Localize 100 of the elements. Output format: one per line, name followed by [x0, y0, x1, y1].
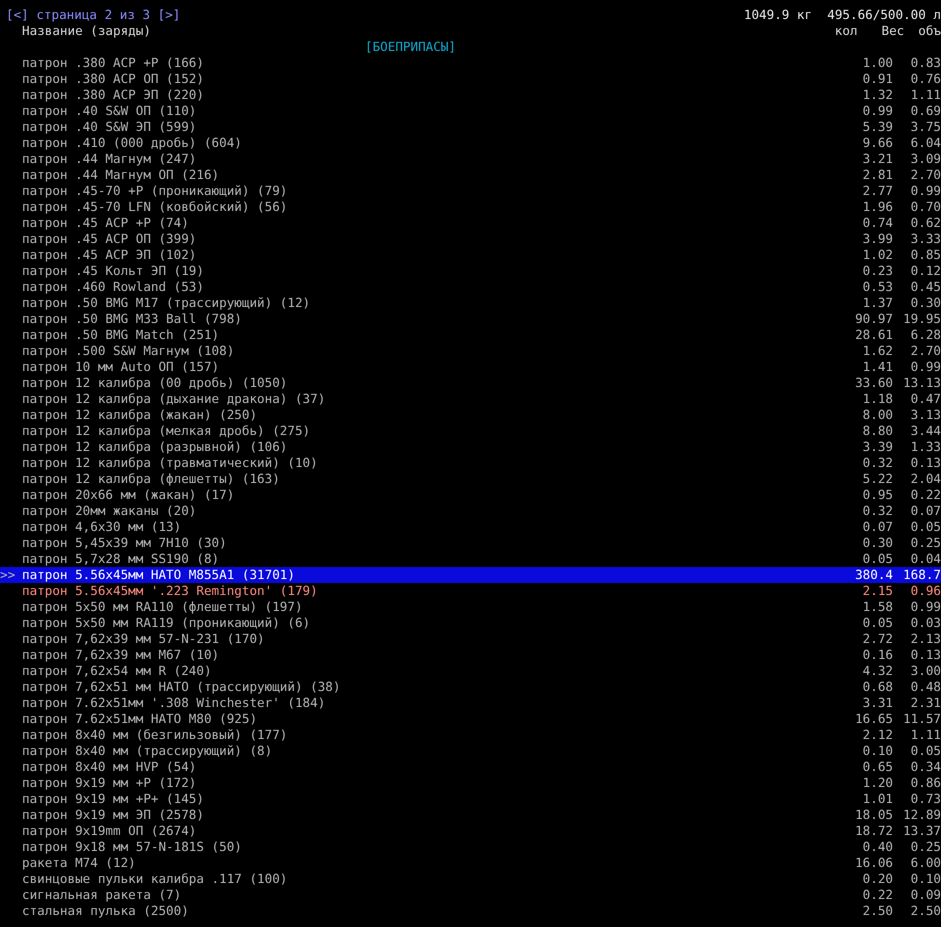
item-volume: 0.04: [910, 551, 941, 566]
item-weight: 0.32: [862, 455, 893, 470]
item-weight: 0.53: [862, 279, 893, 294]
inventory-row[interactable]: патрон .45 Кольт ЭП (19) 0.23 0.12: [0, 263, 941, 279]
inventory-row[interactable]: патрон 7,62x39 мм 57-N-231 (170) 2.72 2.13: [0, 631, 941, 647]
inventory-row[interactable]: патрон .380 ACP ОП (152) 0.91 0.76: [0, 71, 941, 87]
inventory-row[interactable]: патрон 7,62x51 мм НАТО (трассирующий) (38) 0.68 0.48: [0, 679, 941, 695]
item-volume: 0.99: [910, 599, 941, 614]
inventory-row[interactable]: >> патрон 5.56x45мм НАТО M855A1 (31701) 380.4 168.7: [0, 567, 941, 583]
item-name: патрон 20мм жаканы (20): [22, 503, 196, 518]
item-volume: 2.13: [910, 631, 941, 646]
item-weight: 1.01: [862, 791, 893, 806]
item-volume: 0.25: [910, 535, 941, 550]
inventory-row[interactable]: патрон .45-70 LFN (ковбойский) (56) 1.96 0.70: [0, 199, 941, 215]
inventory-row[interactable]: патрон .410 (000 дробь) (604) 9.66 6.04: [0, 135, 941, 151]
item-name: патрон 7.62x51мм НАТО M80 (925): [22, 711, 258, 726]
inventory-row[interactable]: патрон 20мм жаканы (20) 0.32 0.07: [0, 503, 941, 519]
inventory-row[interactable]: сигнальная ракета (7) 0.22 0.09: [0, 887, 941, 903]
inventory-row[interactable]: патрон 5x50 мм RA119 (проникающий) (6) 0.05 0.03: [0, 615, 941, 631]
item-name: патрон 10 мм Auto ОП (157): [22, 359, 220, 374]
inventory-row[interactable]: патрон 7,62x54 мм R (240) 4.32 3.00: [0, 663, 941, 679]
inventory-row[interactable]: патрон .40 S&W ЭП (599) 5.39 3.75: [0, 119, 941, 135]
item-name: патрон .45 Кольт ЭП (19): [22, 263, 204, 278]
inventory-row[interactable]: патрон 9x19 мм ЭП (2578) 18.05 12.89: [0, 807, 941, 823]
item-name: патрон 8x40 мм (безгильзовый) (177): [22, 727, 288, 742]
inventory-row[interactable]: патрон 7,62x39 мм M67 (10) 0.16 0.13: [0, 647, 941, 663]
item-name: патрон .45 ACP ЭП (102): [22, 247, 196, 262]
item-weight: 5.22: [862, 471, 893, 486]
inventory-row[interactable]: патрон 7.62x51мм '.308 Winchester' (184) 3.31 2.31: [0, 695, 941, 711]
inventory-row[interactable]: патрон 4,6x30 мм (13) 0.07 0.05: [0, 519, 941, 535]
inventory-row[interactable]: патрон 12 калибра (разрывной) (106) 3.39 1.33: [0, 439, 941, 455]
item-name: патрон 9x19 мм ЭП (2578): [22, 807, 204, 822]
item-volume: 0.09: [910, 887, 941, 902]
inventory-row[interactable]: патрон 5,45x39 мм 7Н10 (30) 0.30 0.25: [0, 535, 941, 551]
item-weight: 1.37: [862, 295, 893, 310]
item-weight: 2.12: [862, 727, 893, 742]
inventory-row[interactable]: патрон .40 S&W ОП (110) 0.99 0.69: [0, 103, 941, 119]
inventory-row[interactable]: патрон 12 калибра (травматический) (10) 0.32 0.13: [0, 455, 941, 471]
item-name: сигнальная ракета (7): [22, 887, 182, 902]
inventory-row[interactable]: патрон 7.62x51мм НАТО M80 (925) 16.65 11.57: [0, 711, 941, 727]
inventory-row[interactable]: патрон .45 ACP ЭП (102) 1.02 0.85: [0, 247, 941, 263]
item-name: патрон .40 S&W ЭП (599): [22, 119, 196, 134]
item-weight: 1.62: [862, 343, 893, 358]
inventory-row[interactable]: патрон .380 ACP +P (166) 1.00 0.83: [0, 55, 941, 71]
item-volume: 0.13: [910, 455, 941, 470]
inventory-row[interactable]: патрон 5.56x45мм '.223 Remington' (179) 2.15 0.96: [0, 583, 941, 599]
item-name: патрон 12 калибра (разрывной) (106): [22, 439, 288, 454]
inventory-row[interactable]: патрон 10 мм Auto ОП (157) 1.41 0.99: [0, 359, 941, 375]
inventory-row[interactable]: патрон 9x18 мм 57-N-181S (50) 0.40 0.25: [0, 839, 941, 855]
item-weight: 1.96: [862, 199, 893, 214]
item-weight: 0.32: [862, 503, 893, 518]
inventory-row[interactable]: патрон 12 калибра (мелкая дробь) (275) 8.80 3.44: [0, 423, 941, 439]
inventory-row[interactable]: патрон 9x19 мм +P+ (145) 1.01 0.73: [0, 791, 941, 807]
inventory-row[interactable]: патрон .45 ACP ОП (399) 3.99 3.33: [0, 231, 941, 247]
inventory-row[interactable]: патрон .44 Магнум ОП (216) 2.81 2.70: [0, 167, 941, 183]
inventory-row[interactable]: свинцовые пульки калибра .117 (100) 0.20 0.10: [0, 871, 941, 887]
item-weight: 2.72: [862, 631, 893, 646]
inventory-row[interactable]: патрон 12 калибра (00 дробь) (1050) 33.60 13.13: [0, 375, 941, 391]
inventory-row[interactable]: патрон 9x19 мм +P (172) 1.20 0.86: [0, 775, 941, 791]
inventory-row[interactable]: патрон .50 BMG M33 Ball (798) 90.97 19.95: [0, 311, 941, 327]
item-volume: 0.45: [910, 279, 941, 294]
inventory-row[interactable]: патрон 20x66 мм (жакан) (17) 0.95 0.22: [0, 487, 941, 503]
page-navigation[interactable]: [<] страница 2 из 3 [>]: [0, 7, 180, 23]
inventory-row[interactable]: патрон 5,7x28 мм SS190 (8) 0.05 0.04: [0, 551, 941, 567]
item-volume: 2.70: [910, 167, 941, 182]
inventory-row[interactable]: ракета M74 (12) 16.06 6.00: [0, 855, 941, 871]
inventory-row[interactable]: патрон .44 Магнум (247) 3.21 3.09: [0, 151, 941, 167]
item-volume: 13.13: [903, 375, 941, 390]
inventory-row[interactable]: патрон .500 S&W Магнум (108) 1.62 2.70: [0, 343, 941, 359]
inventory-row[interactable]: патрон 8x40 мм HVP (54) 0.65 0.34: [0, 759, 941, 775]
item-weight: 5.39: [862, 119, 893, 134]
inventory-row[interactable]: патрон 8x40 мм (трассирующий) (8) 0.10 0.05: [0, 743, 941, 759]
item-volume: 0.05: [910, 743, 941, 758]
item-name: патрон .380 ACP +P (166): [22, 55, 204, 70]
inventory-row[interactable]: патрон 12 калибра (дыхание дракона) (37) 1.18 0.47: [0, 391, 941, 407]
item-volume: 0.03: [910, 615, 941, 630]
inventory-row[interactable]: патрон 9x19mm ОП (2674) 18.72 13.37: [0, 823, 941, 839]
item-name: патрон .50 BMG M17 (трассирующий) (12): [22, 295, 310, 310]
item-weight: 3.31: [862, 695, 893, 710]
inventory-row[interactable]: патрон 12 калибра (жакан) (250) 8.00 3.13: [0, 407, 941, 423]
inventory-row[interactable]: патрон .460 Rowland (53) 0.53 0.45: [0, 279, 941, 295]
item-weight: 90.97: [855, 311, 893, 326]
item-name: патрон .45-70 LFN (ковбойский) (56): [22, 199, 288, 214]
item-name: патрон 12 калибра (флешетты) (163): [22, 471, 280, 486]
inventory-row[interactable]: патрон 12 калибра (флешетты) (163) 5.22 2.04: [0, 471, 941, 487]
inventory-row[interactable]: патрон .50 BMG M17 (трассирующий) (12) 1.37 0.30: [0, 295, 941, 311]
item-volume: 6.28: [910, 327, 941, 342]
inventory-row[interactable]: патрон .50 BMG Match (251) 28.61 6.28: [0, 327, 941, 343]
inventory-row[interactable]: патрон .45-70 +P (проникающий) (79) 2.77 0.99: [0, 183, 941, 199]
item-weight: 33.60: [855, 375, 893, 390]
item-volume: 0.99: [910, 183, 941, 198]
inventory-row[interactable]: стальная пулька (2500) 2.50 2.50: [0, 903, 941, 919]
item-weight: 0.16: [862, 647, 893, 662]
item-weight: 0.74: [862, 215, 893, 230]
inventory-row[interactable]: патрон .380 ACP ЭП (220) 1.32 1.11: [0, 87, 941, 103]
item-volume: 0.30: [910, 295, 941, 310]
inventory-row[interactable]: патрон 5x50 мм RA110 (флешетты) (197) 1.58 0.99: [0, 599, 941, 615]
inventory-row[interactable]: патрон .45 ACP +P (74) 0.74 0.62: [0, 215, 941, 231]
item-volume: 12.89: [903, 807, 941, 822]
inventory-row[interactable]: патрон 8x40 мм (безгильзовый) (177) 2.12 1.11: [0, 727, 941, 743]
